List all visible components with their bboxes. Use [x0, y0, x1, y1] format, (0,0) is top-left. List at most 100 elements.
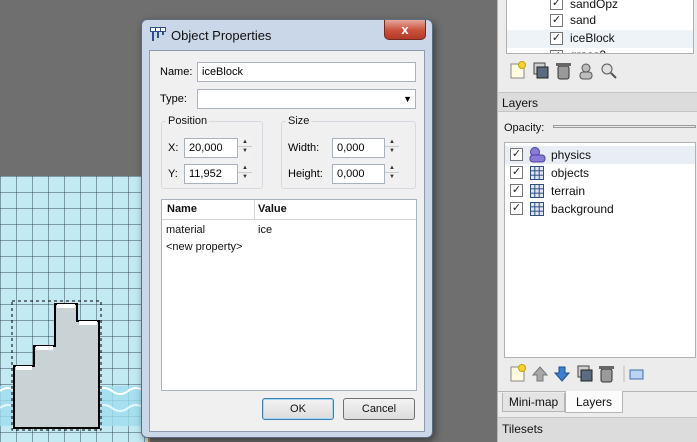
column-divider[interactable] — [254, 200, 255, 219]
layer-visibility-checkbox[interactable]: ✓ — [510, 166, 523, 179]
height-label: Height: — [288, 168, 323, 180]
tab-mini-map[interactable]: Mini-map — [502, 393, 565, 412]
name-label: Name: — [160, 66, 193, 78]
x-spin-buttons[interactable]: ▲ ▼ — [237, 138, 252, 158]
layer-properties-icon[interactable] — [629, 369, 644, 380]
layer-row-objects[interactable]: ✓ objects — [505, 164, 695, 182]
properties-icon[interactable] — [579, 63, 593, 80]
layer-name: background — [551, 202, 614, 216]
close-button[interactable]: x — [384, 20, 426, 40]
new-layer-icon[interactable] — [510, 364, 526, 382]
tilesets-panel-header[interactable]: Tilesets — [498, 417, 697, 442]
x-value: 20,000 — [189, 142, 223, 154]
y-spin-buttons[interactable]: ▲ ▼ — [237, 164, 252, 184]
delete-icon[interactable] — [556, 63, 571, 80]
move-up-icon[interactable] — [531, 366, 549, 382]
tilesets-panel-title: Tilesets — [502, 422, 543, 436]
y-value: 11,952 — [189, 168, 222, 180]
object-properties-dialog: Object Properties x Name: iceBlock Type:… — [141, 19, 433, 438]
close-icon: x — [401, 22, 409, 37]
spin-up-icon[interactable]: ▲ — [238, 164, 252, 173]
checkbox[interactable]: ✓ — [550, 32, 563, 45]
cancel-button[interactable]: Cancel — [343, 398, 415, 420]
list-item-label: grass2 — [570, 48, 606, 53]
move-down-icon[interactable] — [553, 366, 571, 382]
layer-name: objects — [551, 166, 590, 180]
duplicate-icon[interactable] — [533, 62, 549, 79]
table-header: Name Value — [162, 200, 416, 220]
spin-up-icon[interactable]: ▲ — [385, 164, 399, 173]
list-item[interactable]: ✓ grass2 — [507, 48, 693, 53]
position-group: Position X: 20,000 ▲ ▼ Y: 11,952 ▲ ▼ — [161, 115, 263, 189]
height-spinbox[interactable]: 0,000 ▲ ▼ — [332, 164, 399, 184]
dialog-titlebar[interactable]: Object Properties x — [142, 20, 432, 50]
checkbox[interactable]: ✓ — [550, 14, 563, 27]
opacity-slider[interactable] — [553, 125, 696, 128]
y-label: Y: — [168, 168, 178, 180]
chevron-down-icon: ▼ — [403, 94, 412, 104]
new-property-row: <new property> — [166, 241, 243, 253]
duplicate-layer-icon[interactable] — [577, 365, 593, 382]
size-group: Size Width: 0,000 ▲ ▼ Height: 0,000 ▲ ▼ — [281, 115, 416, 189]
object-layer-icon — [529, 147, 546, 163]
width-spinbox[interactable]: 0,000 ▲ ▼ — [332, 138, 399, 158]
property-name: material — [166, 224, 206, 236]
y-spinbox[interactable]: 11,952 ▲ ▼ — [184, 164, 252, 184]
spin-down-icon[interactable]: ▼ — [385, 173, 399, 182]
layer-name: terrain — [551, 184, 586, 198]
table-row[interactable]: <new property> — [162, 239, 416, 256]
dialog-title: Object Properties — [171, 28, 272, 43]
name-field[interactable]: iceBlock — [197, 62, 416, 82]
spin-down-icon[interactable]: ▼ — [385, 147, 399, 156]
width-value: 0,000 — [337, 142, 365, 154]
x-label: X: — [168, 142, 179, 154]
layer-list[interactable]: ✓ physics ✓ objects ✓ terrain ✓ backgrou… — [504, 142, 696, 358]
layer-name: physics — [551, 148, 592, 162]
layer-row-physics[interactable]: ✓ physics — [505, 146, 695, 164]
height-value: 0,000 — [337, 168, 365, 180]
spin-down-icon[interactable]: ▼ — [238, 173, 252, 182]
checkbox[interactable]: ✓ — [550, 0, 563, 10]
list-item-label: sand — [570, 13, 597, 27]
size-group-title: Size — [286, 115, 312, 127]
property-table[interactable]: Name Value material ice <new property> — [161, 199, 417, 391]
checkbox[interactable]: ✓ — [550, 50, 563, 53]
dialog-body: Name: iceBlock Type: ▼ Position X: 20,00… — [149, 50, 425, 432]
object-toolbar — [510, 61, 617, 80]
column-header-name[interactable]: Name — [167, 203, 197, 215]
layer-visibility-checkbox[interactable]: ✓ — [510, 202, 523, 215]
list-item[interactable]: ✓ iceBlock — [507, 30, 693, 48]
ok-button[interactable]: OK — [262, 398, 334, 420]
layers-panel-header[interactable]: Layers — [498, 92, 697, 112]
position-group-title: Position — [166, 115, 210, 127]
spin-up-icon[interactable]: ▲ — [385, 138, 399, 147]
height-spin-buttons[interactable]: ▲ ▼ — [384, 164, 399, 184]
object-properties-icon — [150, 27, 166, 41]
width-spin-buttons[interactable]: ▲ ▼ — [384, 138, 399, 158]
list-item-label: sandOpz — [570, 0, 619, 11]
spin-down-icon[interactable]: ▼ — [238, 147, 252, 156]
layer-row-terrain[interactable]: ✓ terrain — [505, 182, 695, 200]
tileset-list[interactable]: ✓ sandOpz ✓ sand ✓ iceBlock ✓ grass2 — [506, 0, 694, 54]
tab-layers[interactable]: Layers — [565, 391, 623, 413]
layer-row-background[interactable]: ✓ background — [505, 200, 695, 218]
type-label: Type: — [160, 93, 187, 105]
x-spinbox[interactable]: 20,000 ▲ ▼ — [184, 138, 252, 158]
ice-block-object[interactable] — [0, 176, 150, 442]
list-item-label: iceBlock — [570, 31, 615, 45]
spin-up-icon[interactable]: ▲ — [238, 138, 252, 147]
new-object-icon[interactable] — [510, 61, 526, 79]
right-dock: ✓ sandOpz ✓ sand ✓ iceBlock ✓ grass2 — [497, 0, 697, 442]
opacity-label: Opacity: — [504, 122, 545, 134]
layer-toolbar — [510, 364, 644, 383]
layer-visibility-checkbox[interactable]: ✓ — [510, 148, 523, 161]
layers-panel-title: Layers — [502, 96, 539, 110]
zoom-icon[interactable] — [601, 63, 617, 79]
layer-visibility-checkbox[interactable]: ✓ — [510, 184, 523, 197]
type-combo[interactable]: ▼ — [197, 89, 416, 109]
width-label: Width: — [288, 142, 320, 154]
list-item[interactable]: ✓ sand — [507, 12, 693, 30]
delete-layer-icon[interactable] — [599, 366, 614, 383]
column-header-value[interactable]: Value — [258, 203, 287, 215]
table-row[interactable]: material ice — [162, 222, 416, 239]
